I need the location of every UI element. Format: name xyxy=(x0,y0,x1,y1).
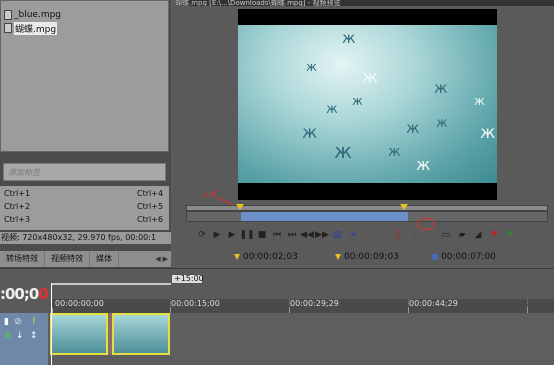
pause-icon[interactable]: ❚❚ xyxy=(239,229,254,241)
tab-transitions[interactable]: 转场特效 xyxy=(0,251,45,267)
length-time: 00:00:07;00 xyxy=(432,252,496,262)
shortcut-list: Ctrl+1 Ctrl+2 Ctrl+3 Ctrl+4 Ctrl+5 Ctrl+… xyxy=(0,186,169,230)
green-flag-icon[interactable]: ⚑ xyxy=(504,229,516,241)
red-flag-icon[interactable]: ⚑ xyxy=(488,229,500,241)
go-to-end-icon[interactable]: ⏭ xyxy=(286,229,298,241)
region-icon[interactable]: ▰ xyxy=(456,229,468,241)
timeline-pane: +15:00 :00;00 00:00:00;00 00:00:15;00 00… xyxy=(0,268,554,365)
in-time: 00:00:02;03 xyxy=(234,252,298,262)
length-icon xyxy=(432,254,438,260)
in-marker-icon xyxy=(234,254,240,260)
split-icon[interactable]: ⫶ xyxy=(408,229,420,241)
solo-icon[interactable]: ! xyxy=(32,317,36,327)
automation-icon[interactable]: ↕ xyxy=(30,331,38,341)
video-track-header[interactable]: ▮ ⊘ ! ⊕ ↓ ↕ xyxy=(0,313,48,365)
clip-icon[interactable]: ▭ xyxy=(440,229,452,241)
tab-video-fx[interactable]: 视频特效 xyxy=(45,251,90,267)
butterfly-icon: ж xyxy=(362,67,379,88)
trim-selection-region[interactable] xyxy=(241,212,408,221)
file-name: _blue.mpg xyxy=(14,10,62,20)
mute-icon[interactable]: ⊘ xyxy=(14,317,22,327)
butterfly-icon: ж xyxy=(474,94,485,108)
out-point-marker[interactable] xyxy=(400,204,408,210)
video-clip-1[interactable] xyxy=(50,313,108,355)
out-marker-icon xyxy=(335,254,341,260)
shortcut-label: Ctrl+3 xyxy=(4,215,31,224)
set-out-icon[interactable]: ⟧ xyxy=(392,229,404,241)
ruler-label: 00:00:29;29 xyxy=(290,299,339,308)
chevron-left-icon[interactable]: ◀ xyxy=(155,255,160,263)
shortcut-label: Ctrl+1 xyxy=(4,189,31,198)
butterfly-icon: ж xyxy=(302,123,318,143)
explorer-tabs: 转场特效 视频特效 媒体 ◀ ▶ xyxy=(0,251,171,267)
next-frame-icon[interactable]: ▶▶ xyxy=(315,229,329,241)
shortcut-label: Ctrl+4 xyxy=(137,189,164,198)
butterfly-icon: ж xyxy=(342,29,356,47)
playhead-cursor[interactable] xyxy=(51,283,52,365)
vegas-editor-window: 蝴蝶.mpg [E:\...\Downloads\蝴蝶.mpg] - 视频预览 … xyxy=(0,0,554,365)
video-track-lane[interactable] xyxy=(48,313,554,365)
butterfly-icon: ж xyxy=(416,155,431,174)
transport-controls: ⟳ ▶ ▶ ❚❚ ■ ⏮ ⏭ ◀◀ ▶▶ ▤ ⇥ xyxy=(196,228,358,242)
in-point-annotation: 入点 xyxy=(201,190,217,199)
tab-scroll: ◀ ▶ xyxy=(155,255,171,263)
video-file-icon xyxy=(4,23,12,33)
insert-icon[interactable]: ▤ xyxy=(331,229,343,241)
video-info-text: 视频: 720x480x32, 29.970 fps, 00:00:1 xyxy=(0,232,171,244)
tab-media[interactable]: 媒体 xyxy=(90,251,119,267)
trimmer-frame-strip[interactable] xyxy=(186,211,548,222)
cursor-time-main: :00;0 xyxy=(0,285,39,303)
ruler-label: 00:00:44;29 xyxy=(409,299,458,308)
shortcut-label: Ctrl+6 xyxy=(137,215,164,224)
stop-icon[interactable]: ■ xyxy=(256,229,268,241)
time-ruler[interactable]: 00:00:00;00 00:00:15;00 00:00:29;29 00:0… xyxy=(51,299,554,313)
video-preview: ж ж ж ж ж ж ж ж ж ж ж ж ж ж xyxy=(238,9,497,200)
marker-controls: ⟧ ⫶ ▭ ▰ ◢ ⚑ ⚑ xyxy=(392,228,516,242)
ruler-label: 00:00:15;00 xyxy=(171,299,220,308)
chevron-right-icon[interactable]: ▶ xyxy=(163,255,168,263)
video-file-icon xyxy=(4,10,12,20)
length-time-value: 00:00:07;00 xyxy=(441,252,496,262)
in-point-marker[interactable] xyxy=(236,204,244,210)
butterfly-icon: ж xyxy=(480,123,496,143)
cursor-timecode: :00;00 xyxy=(0,285,49,303)
ruler-label: 00:00:00;00 xyxy=(55,299,104,308)
gap-icon xyxy=(424,229,436,241)
butterfly-icon: ж xyxy=(406,119,420,137)
play-from-start-icon[interactable]: ▶ xyxy=(211,229,223,241)
file-name: 蝴蝶.mpg xyxy=(14,21,58,35)
track-number-icon: ▮ xyxy=(4,317,9,327)
compositing-icon[interactable]: ↓ xyxy=(16,331,24,341)
trimmer-preview-pane: ж ж ж ж ж ж ж ж ж ж ж ж ж ж 入点 ⟳ ▶ ▶ ❚❚ … xyxy=(174,6,554,265)
butterfly-icon: ж xyxy=(334,139,353,163)
loop-icon[interactable]: ⟳ xyxy=(196,229,208,241)
butterfly-icon: ж xyxy=(306,60,317,74)
prev-frame-icon[interactable]: ◀◀ xyxy=(300,229,314,241)
shortcut-label: Ctrl+2 xyxy=(4,202,31,211)
butterfly-icon: ж xyxy=(388,144,401,160)
tag-input[interactable]: 添加标签 xyxy=(3,163,166,181)
selection-length-label: +15:00 xyxy=(171,274,204,284)
in-time-value: 00:00:02;03 xyxy=(243,252,298,262)
butterfly-icon: ж xyxy=(436,116,448,131)
butterfly-icon: ж xyxy=(352,94,363,108)
file-item-butterfly[interactable]: 蝴蝶.mpg xyxy=(4,21,58,35)
go-to-start-icon[interactable]: ⏮ xyxy=(271,229,283,241)
loop-region-bar[interactable] xyxy=(51,283,171,285)
butterfly-icon: ж xyxy=(326,102,338,117)
video-clip-2[interactable] xyxy=(112,313,170,355)
file-item-blue[interactable]: _blue.mpg xyxy=(4,9,61,21)
overwrite-icon[interactable]: ⇥ xyxy=(346,229,358,241)
out-time: 00:00:09;03 xyxy=(335,252,399,262)
track-fx-icon[interactable]: ⊕ xyxy=(4,331,12,341)
out-time-value: 00:00:09;03 xyxy=(344,252,399,262)
shortcut-label: Ctrl+5 xyxy=(137,202,164,211)
video-frame: ж ж ж ж ж ж ж ж ж ж ж ж ж ж xyxy=(238,25,497,183)
marker-icon[interactable]: ◢ xyxy=(472,229,484,241)
butterfly-icon: ж xyxy=(434,79,448,97)
cursor-time-red: 0 xyxy=(38,285,48,303)
media-file-list[interactable]: _blue.mpg 蝴蝶.mpg xyxy=(0,0,169,152)
explorer-pane: _blue.mpg 蝴蝶.mpg 添加标签 Ctrl+1 Ctrl+2 Ctrl… xyxy=(0,0,171,268)
play-icon[interactable]: ▶ xyxy=(226,229,238,241)
